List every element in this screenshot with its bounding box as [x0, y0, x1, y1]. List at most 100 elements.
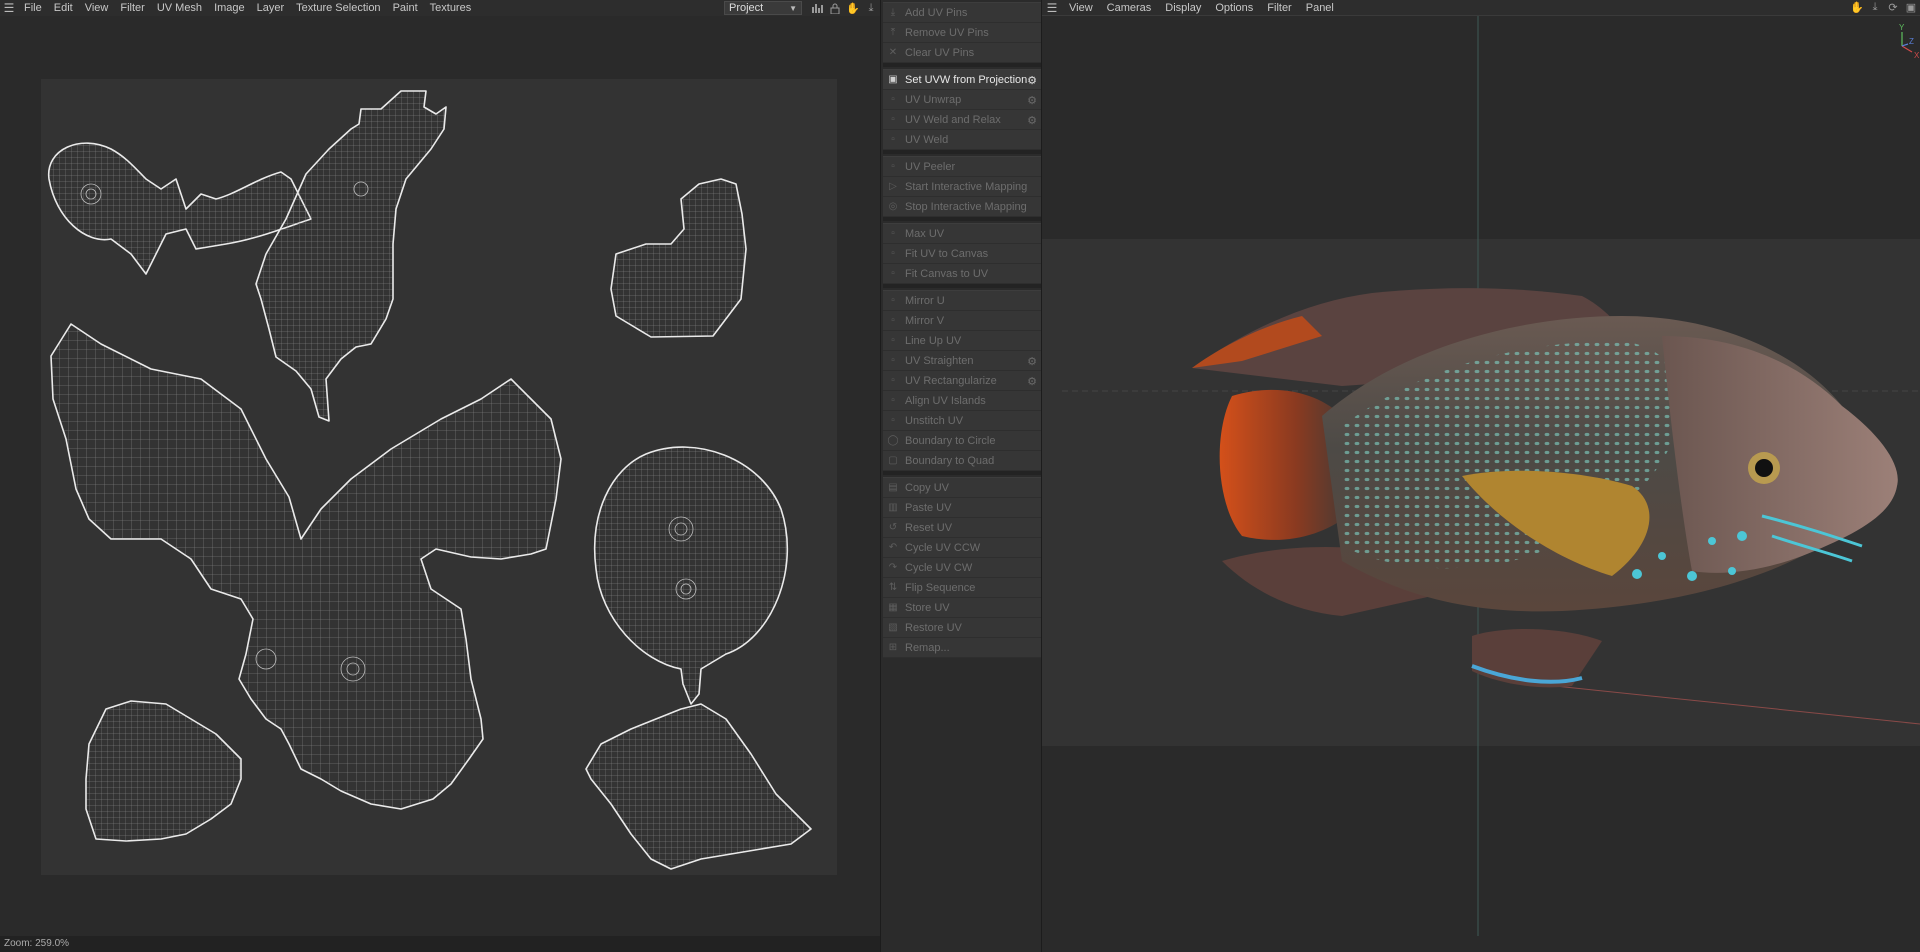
uv-canvas[interactable]: [41, 79, 837, 875]
tool-reset-button[interactable]: ↺ Reset UV: [883, 518, 1041, 538]
hamburger-icon[interactable]: ☰: [0, 0, 18, 16]
tool-paste-button[interactable]: ▥ Paste UV: [883, 498, 1041, 518]
mirror-u-icon: ▫: [891, 295, 895, 306]
uv-viewport[interactable]: [0, 16, 880, 936]
tool-label: Cycle UV CCW: [905, 541, 981, 554]
copy-icon: ▤: [888, 482, 898, 493]
menu-image[interactable]: Image: [208, 0, 251, 16]
app-window: ☰ File Edit View Filter UV Mesh Image La…: [0, 0, 1920, 952]
tool-fit-canvas-button[interactable]: ▫ Fit Canvas to UV: [883, 264, 1041, 284]
clear-icon: ✕: [888, 47, 898, 58]
menu-view[interactable]: View: [1062, 0, 1100, 16]
tool-mirror-v-button[interactable]: ▫ Mirror V: [883, 311, 1041, 331]
group-divider: [883, 284, 1041, 288]
menu-display[interactable]: Display: [1158, 0, 1208, 16]
unwrap-icon: ▫: [891, 94, 895, 105]
tool-label: Set UVW from Projection: [905, 73, 1028, 86]
weld-relax-icon: ▫: [891, 114, 895, 125]
hand-icon[interactable]: ✋: [844, 0, 862, 16]
menu-options[interactable]: Options: [1208, 0, 1260, 16]
menu-layer[interactable]: Layer: [251, 0, 291, 16]
layout-icon[interactable]: ▣: [1902, 0, 1920, 16]
menu-panel[interactable]: Panel: [1299, 0, 1341, 16]
pin-icon[interactable]: ⤓: [862, 0, 880, 16]
tool-copy-button[interactable]: ▤ Copy UV: [883, 478, 1041, 498]
menu-view[interactable]: View: [79, 0, 115, 16]
tool-quad-button[interactable]: ▢ Boundary to Quad: [883, 451, 1041, 471]
tool-label: Boundary to Circle: [905, 434, 996, 447]
tool-max-uv-button[interactable]: ▫ Max UV: [883, 224, 1041, 244]
tool-label: Remap...: [905, 641, 950, 654]
gear-icon[interactable]: ⚙: [1025, 374, 1039, 388]
gear-icon[interactable]: ⚙: [1025, 93, 1039, 107]
uv-island-2: [255, 90, 447, 422]
menu-cameras[interactable]: Cameras: [1100, 0, 1159, 16]
tool-projection-button[interactable]: ▣ Set UVW from Projection ⚙: [883, 70, 1041, 90]
rectangularize-icon: ▫: [891, 375, 895, 386]
tool-weld-button[interactable]: ▫ UV Weld: [883, 130, 1041, 150]
tool-label: UV Weld: [905, 133, 949, 146]
tool-straighten-button[interactable]: ▫ UV Straighten ⚙: [883, 351, 1041, 371]
group-divider: [883, 63, 1041, 67]
pin-icon: ⤓: [890, 7, 896, 18]
tool-store-button[interactable]: ▦ Store UV: [883, 598, 1041, 618]
menu-textures[interactable]: Textures: [424, 0, 478, 16]
move-icon[interactable]: ⤓: [1866, 0, 1884, 16]
rotate-icon[interactable]: ⟳: [1884, 0, 1902, 16]
tool-label: Restore UV: [905, 621, 962, 634]
menu-filter[interactable]: Filter: [114, 0, 150, 16]
zoom-status: Zoom: 259.0%: [0, 936, 880, 952]
menu-file[interactable]: File: [18, 0, 48, 16]
tool-mirror-u-button[interactable]: ▫ Mirror U: [883, 291, 1041, 311]
tool-clear-button[interactable]: ✕ Clear UV Pins: [883, 43, 1041, 63]
3d-viewport[interactable]: Y Z X: [1042, 16, 1920, 952]
tool-groups: ⤓ Add UV Pins ⤒ Remove UV Pins ✕ Clear UV Pin…: [881, 2, 1041, 658]
gear-icon[interactable]: ⚙: [1025, 354, 1039, 368]
project-select[interactable]: Project ▼: [724, 1, 802, 15]
tool-label: UV Peeler: [905, 160, 956, 173]
tool-fit-button[interactable]: ▫ Fit UV to Canvas: [883, 244, 1041, 264]
tool-pin-remove-button[interactable]: ⤒ Remove UV Pins: [883, 23, 1041, 43]
tool-cw-button[interactable]: ↷ Cycle UV CW: [883, 558, 1041, 578]
tool-unstitch-button[interactable]: ▫ Unstitch UV: [883, 411, 1041, 431]
viewport-menubar: ☰ View Cameras Display Options Filter Pa…: [1042, 0, 1920, 16]
menu-paint[interactable]: Paint: [387, 0, 424, 16]
align-icon: ▫: [891, 395, 895, 406]
menu-edit[interactable]: Edit: [48, 0, 79, 16]
tool-unwrap-button[interactable]: ▫ UV Unwrap ⚙: [883, 90, 1041, 110]
tool-circle-button[interactable]: ◯ Boundary to Circle: [883, 431, 1041, 451]
menu-texture-selection[interactable]: Texture Selection: [290, 0, 386, 16]
tool-label: Store UV: [905, 601, 950, 614]
hamburger-icon[interactable]: ☰: [1042, 0, 1062, 16]
menu-filter[interactable]: Filter: [1260, 0, 1298, 16]
tool-weld-relax-button[interactable]: ▫ UV Weld and Relax ⚙: [883, 110, 1041, 130]
tool-peeler-button[interactable]: ▫ UV Peeler: [883, 157, 1041, 177]
uv-island-7: [85, 700, 242, 842]
tool-stop-button[interactable]: ◎ Stop Interactive Mapping: [883, 197, 1041, 217]
tool-play-button[interactable]: ▷ Start Interactive Mapping: [883, 177, 1041, 197]
tool-group: ▣ Set UVW from Projection ⚙ ▫ UV Unwrap ⚙ ▫ UV …: [883, 69, 1041, 150]
scene-render: Y Z X: [1042, 16, 1920, 936]
tool-remap-button[interactable]: ⊞ Remap...: [883, 638, 1041, 658]
tool-flip-button[interactable]: ⇅ Flip Sequence: [883, 578, 1041, 598]
tool-rectangularize-button[interactable]: ▫ UV Rectangularize ⚙: [883, 371, 1041, 391]
hand-icon[interactable]: ✋: [1848, 0, 1866, 16]
tool-ccw-button[interactable]: ↶ Cycle UV CCW: [883, 538, 1041, 558]
tool-pin-button[interactable]: ⤓ Add UV Pins: [883, 3, 1041, 23]
uv-island-5: [594, 446, 789, 705]
viewport-panel: ☰ View Cameras Display Options Filter Pa…: [1042, 0, 1920, 952]
gear-icon[interactable]: ⚙: [1025, 113, 1039, 127]
tool-label: UV Weld and Relax: [905, 113, 1001, 126]
tool-align-button[interactable]: ▫ Align UV Islands: [883, 391, 1041, 411]
histogram-icon[interactable]: [808, 0, 826, 16]
tool-label: UV Straighten: [905, 354, 974, 367]
tool-restore-button[interactable]: ▧ Restore UV: [883, 618, 1041, 638]
menu-uv-mesh[interactable]: UV Mesh: [151, 0, 208, 16]
lock-icon[interactable]: [826, 0, 844, 16]
gear-icon[interactable]: ⚙: [1025, 73, 1039, 87]
reset-icon: ↺: [888, 522, 898, 533]
flip-icon: ⇅: [888, 582, 898, 593]
tool-label: Add UV Pins: [905, 6, 968, 19]
tool-line-up-button[interactable]: ▫ Line Up UV: [883, 331, 1041, 351]
play-icon: ▷: [889, 181, 897, 192]
